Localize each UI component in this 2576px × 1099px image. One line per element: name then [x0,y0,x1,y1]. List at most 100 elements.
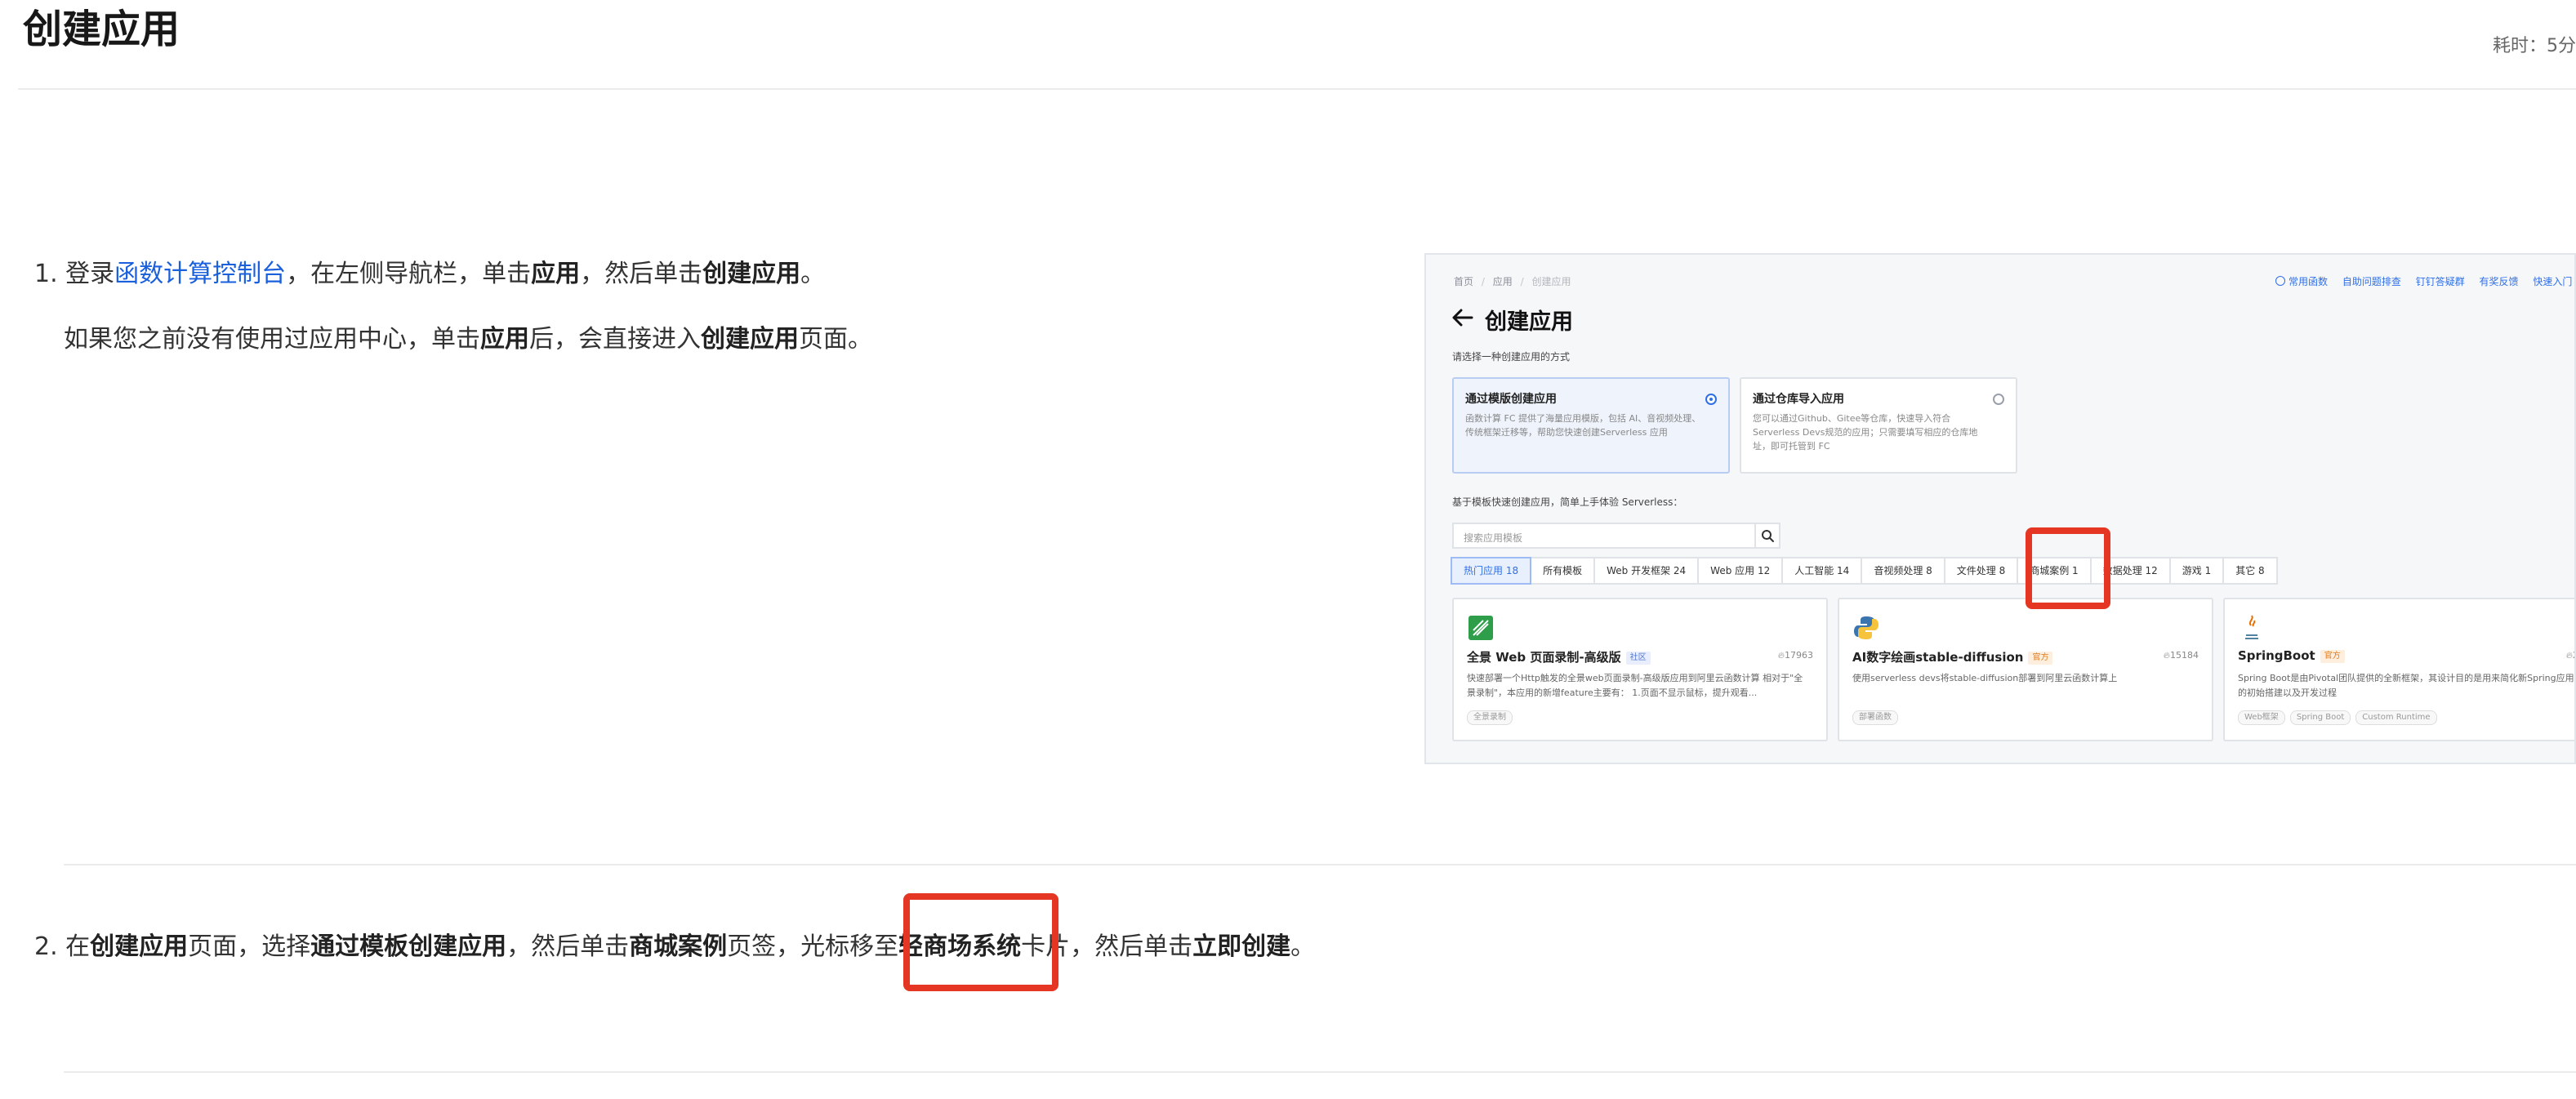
app-card-count-value: 17963 [1785,650,1813,661]
tab-other[interactable]: 其它 8 [2222,557,2278,585]
tab-game[interactable]: 游戏 1 [2168,557,2225,585]
template-search-input[interactable]: 搜索应用模板 [1452,523,1756,549]
app-card-tags: 全景录制 [1467,710,1518,725]
tab-hot[interactable]: 热门应用 18 [1451,557,1532,585]
toplink-feedback[interactable]: 有奖反馈 [2480,276,2519,287]
app-card-count-value: 15184 [2170,650,2199,661]
fire-icon: 🔥︎ [2163,650,2170,661]
tag: Web框架 [2238,710,2285,725]
app-card[interactable]: SpringBoot 官方 🔥︎27 Spring Boot是由Pivotal团队… [2223,598,2574,741]
tab-file[interactable]: 文件处理 8 [1943,557,2019,585]
official-badge: 官方 [2320,649,2345,663]
step1-end: 。 [800,260,826,288]
header-divider [18,88,2576,90]
tab-ai[interactable]: 人工智能 14 [1781,557,1863,585]
method-card-template[interactable]: 通过模版创建应用 函数计算 FC 提供了海量应用模版，包括 AI、音视频处理、传… [1452,377,1730,474]
search-button[interactable] [1754,523,1780,549]
app-card-title: AI数字绘画stable-diffusion [1852,650,2024,665]
back-button[interactable] [1451,305,1475,333]
app-card-desc: 快速部署一个Http触发的全景web页面录制-高级版应用到阿里云函数计算 相对于… [1467,673,1803,698]
arrow-left-icon [1452,309,1473,327]
app-card-name: SpringBoot 官方 [2238,648,2345,663]
console-page-title: 创建应用 [1485,309,1573,335]
official-badge: 官方 [2028,651,2053,665]
bottom-divider [64,1071,2576,1073]
toplink-troubleshoot[interactable]: 自助问题排查 [2342,276,2401,287]
step-divider [64,864,2576,865]
method-prompt: 请选择一种创建应用的方式 [1452,351,1571,363]
method-card-desc: 您可以通过Github、Gitee等仓库，快速导入符合 Serverless D… [1753,413,1978,452]
step1-mid2: ，然后单击 [580,260,703,288]
toplink-common-functions[interactable]: 常用函数 [2289,276,2328,287]
step1-note: 如果您之前没有使用过应用中心，单击应用后，会直接进入创建应用页面。 [64,323,872,356]
fc-console-link[interactable]: 函数计算控制台 [114,260,286,288]
step1-bold-create: 创建应用 [702,260,801,288]
template-prompt: 基于模板快速创建应用，简单上手体验 Serverless： [1452,496,1683,508]
step1-note-pre: 如果您之前没有使用过应用中心，单击 [64,325,480,354]
tag: Custom Runtime [2355,710,2437,725]
fire-icon: 🔥︎ [2565,650,2573,661]
app-card-desc: Spring Boot是由Pivotal团队提供的全新框架，其设计目的是用来简化… [2238,673,2574,698]
toplink-quickstart[interactable]: 快速入门 [2533,276,2572,287]
breadcrumb-home[interactable]: 首页 [1454,276,1473,287]
fire-icon: 🔥︎ [1777,650,1785,661]
app-card-count: 🔥︎17963 [1778,650,1813,661]
tab-all[interactable]: 所有模板 [1530,557,1596,585]
app-card-tags: 部署函数 [1852,710,1903,725]
method-card-title: 通过仓库导入应用 [1753,393,1844,406]
method-card-desc: 函数计算 FC 提供了海量应用模版，包括 AI、音视频处理、传统框架迁移等，帮助… [1465,413,1701,438]
app-card[interactable]: 全景 Web 页面录制-高级版 社区 🔥︎17963 快速部署一个Http触发的全… [1452,598,1828,741]
step2-text: 2. 在创建应用页面，选择通过模板创建应用，然后单击商城案例页签，光标移至轻商场… [34,931,1315,963]
step1-number: 1. [34,260,58,288]
radio-unselected[interactable] [1993,394,2004,405]
leaf-icon [1468,616,1493,640]
duration-label: 耗时：5分 [2493,36,2576,56]
step2-bold-template: 通过模板创建应用 [310,932,507,961]
clock-icon [2275,276,2285,286]
method-card-repo[interactable]: 通过仓库导入应用 您可以通过Github、Gitee等仓库，快速导入符合 Ser… [1740,377,2017,474]
breadcrumb: 首页 / 应用 / 创建应用 [1454,274,1571,288]
highlight-light-mall [903,893,1058,991]
step1-note-mid: 后，会直接进入 [529,325,701,354]
java-icon [2245,615,2258,639]
toplink-dingtalk[interactable]: 钉钉答疑群 [2416,276,2465,287]
step1-pre: 登录 [65,260,115,288]
step1-bold-app: 应用 [531,260,581,288]
highlight-mall-tab [2026,527,2110,609]
tab-web-framework[interactable]: Web 开发框架 24 [1593,557,1700,585]
app-card-name: 全景 Web 页面录制-高级版 社区 [1467,648,1651,665]
step1-note-bold-app: 应用 [480,325,529,354]
app-card-count-value: 27 [2573,650,2574,661]
tag: Spring Boot [2289,710,2351,725]
app-card-count: 🔥︎27 [2565,650,2574,661]
tag: 全景录制 [1467,710,1513,725]
app-card-tags: Web框架 Spring Boot Custom Runtime [2238,710,2442,725]
tab-web-app[interactable]: Web 应用 12 [1697,557,1784,585]
page-title: 创建应用 [23,7,180,52]
app-card-title: 全景 Web 页面录制-高级版 [1467,650,1621,665]
tag: 部署函数 [1852,710,1898,725]
step2-t2: ，然后单击 [506,932,630,961]
breadcrumb-apps[interactable]: 应用 [1493,276,1513,287]
step2-bold-create-page: 创建应用 [90,932,189,961]
step2-bold-mall: 商城案例 [629,932,728,961]
breadcrumb-separator: / [1520,276,1524,287]
method-card-title: 通过模版创建应用 [1465,393,1557,406]
step2-t0: 在 [65,932,91,961]
step1-mid: ，在左侧导航栏，单击 [286,260,532,288]
tab-media[interactable]: 音视频处理 8 [1861,557,1945,585]
app-card-count: 🔥︎15184 [2164,650,2199,661]
python-icon [1854,616,1879,639]
radio-selected[interactable] [1705,394,1717,405]
step2-t5: 。 [1290,932,1316,961]
breadcrumb-current: 创建应用 [1531,276,1571,287]
app-card-name: AI数字绘画stable-diffusion 官方 [1852,648,2053,665]
step1-text: 1. 登录函数计算控制台，在左侧导航栏，单击应用，然后单击创建应用。 [34,258,825,291]
category-tabs: 热门应用 18 所有模板 Web 开发框架 24 Web 应用 12 人工智能 … [1451,557,2278,585]
console-screenshot: 首页 / 应用 / 创建应用 常用函数 自助问题排查 钉钉答疑群 有奖反馈 快速… [1424,253,2576,764]
top-links: 常用函数 自助问题排查 钉钉答疑群 有奖反馈 快速入门 帮 [2275,274,2574,288]
community-badge: 社区 [1625,651,1651,665]
step2-t1: 页面，选择 [188,932,311,961]
app-card[interactable]: AI数字绘画stable-diffusion 官方 🔥︎15184 使用serve… [1838,598,2213,741]
app-card-desc: 使用serverless devs将stable-diffusion部署到阿里云… [1852,673,2118,683]
